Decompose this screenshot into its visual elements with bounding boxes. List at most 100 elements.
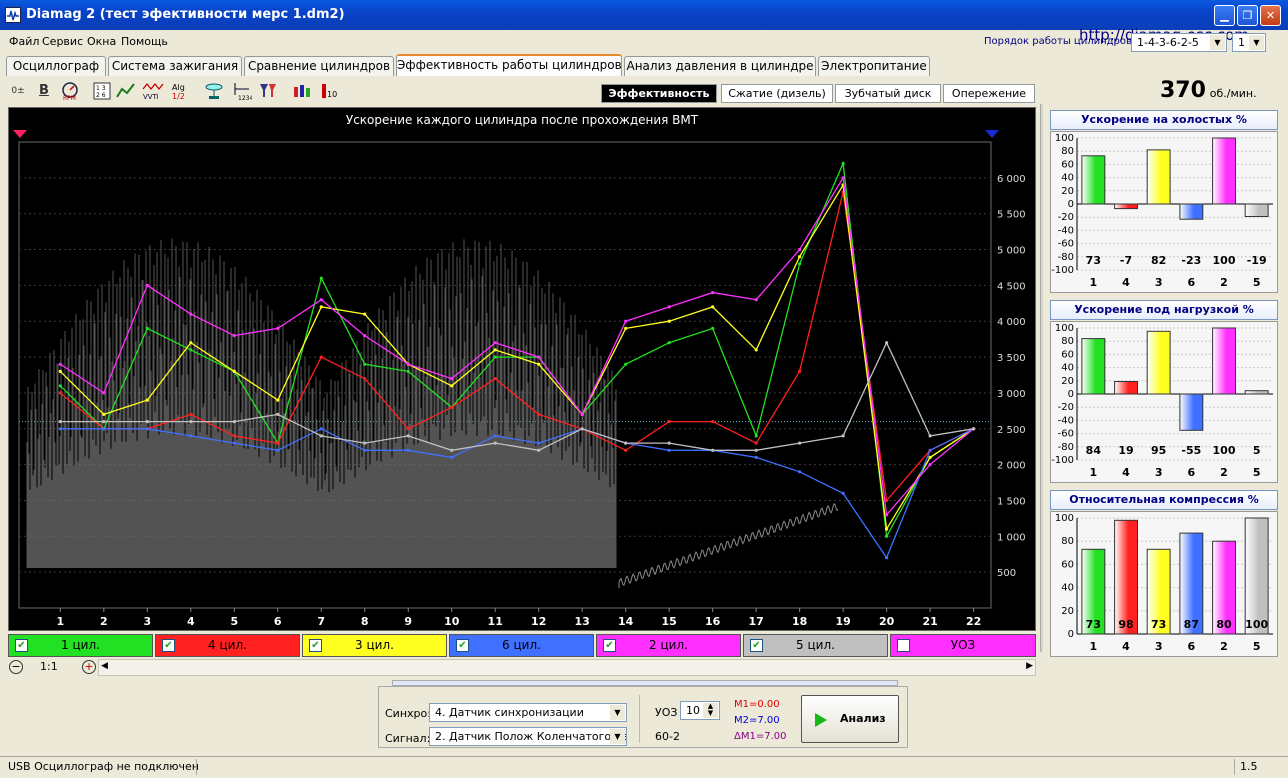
tab-cylinder-efficiency[interactable]: Эффективность работы цилиндров <box>396 54 622 76</box>
spin-icon[interactable]: ▲ ▼ <box>703 703 718 718</box>
rpm-gauge-icon[interactable]: RPM <box>60 81 80 102</box>
chart-title: Ускорение каждого цилиндра после прохожд… <box>346 113 699 127</box>
status-divider <box>196 759 197 775</box>
data-point <box>798 262 802 266</box>
data-point <box>450 384 454 388</box>
menu-windows[interactable]: Окна <box>87 35 116 48</box>
scroll-left-icon[interactable]: ◀ <box>101 661 108 671</box>
trend-icon[interactable] <box>116 81 136 101</box>
acceleration-chart[interactable]: Ускорение каждого цилиндра после прохожд… <box>8 107 1036 631</box>
checkbox-icon[interactable]: ✔ <box>456 639 469 652</box>
data-point <box>841 176 845 180</box>
data-point <box>189 412 193 416</box>
bar-cyl-4 <box>1114 381 1138 395</box>
cylinder-legend: ✔ 1 цил. ✔ 4 цил. ✔ 3 цил. ✔ 6 цил. ✔ 2 цил. … <box>8 634 1036 658</box>
legend-cyl-2[interactable]: ✔ 2 цил. <box>596 634 741 657</box>
data-point <box>537 355 541 359</box>
data-point <box>363 312 367 316</box>
maximize-button[interactable]: ❐ <box>1237 5 1258 26</box>
y-tick-label: 4 000 <box>997 317 1026 328</box>
checkbox-icon[interactable]: ✔ <box>750 639 763 652</box>
data-point <box>102 427 106 431</box>
alg-icon[interactable]: Alg 1/2 <box>170 81 190 101</box>
bar-value-label: -7 <box>1120 254 1132 267</box>
data-point <box>363 441 367 445</box>
data-point <box>537 412 541 416</box>
data-point <box>928 448 932 452</box>
menu-help[interactable]: Помощь <box>121 35 168 48</box>
subtab-efficiency[interactable]: Эффективность <box>601 84 717 103</box>
y-tick-label: 80 <box>1061 536 1074 547</box>
filter-icon[interactable] <box>258 81 278 101</box>
checkbox-icon[interactable]: ✔ <box>15 639 28 652</box>
bar-value-label: 100 <box>1213 254 1236 267</box>
horizontal-scrollbar[interactable]: ◀ ▶ <box>98 659 1036 676</box>
scroll-right-icon[interactable]: ▶ <box>1026 661 1033 671</box>
tab-power[interactable]: Электропитание <box>818 56 930 76</box>
y-tick-label: -60 <box>1058 239 1074 250</box>
right-splitter[interactable] <box>1040 104 1043 652</box>
legend-cyl-5[interactable]: ✔ 5 цил. <box>743 634 888 657</box>
tab-oscilloscope[interactable]: Осциллограф <box>6 56 106 76</box>
bar-value-label: 19 <box>1118 444 1133 457</box>
y-tick-label: 20 <box>1061 186 1074 197</box>
cylinders-icon[interactable] <box>292 81 312 101</box>
bold-icon[interactable]: B <box>34 81 54 101</box>
y-tick-label: -80 <box>1058 442 1074 453</box>
table-icon[interactable]: 1 32 6 <box>92 81 112 101</box>
legend-cyl-1[interactable]: ✔ 1 цил. <box>8 634 153 657</box>
signal-select[interactable]: 2. Датчик Полож Коленчатого Вал ▼ <box>429 727 627 746</box>
data-point <box>319 427 323 431</box>
vvti-icon[interactable]: VVTi <box>142 81 164 101</box>
data-point <box>276 326 280 330</box>
cursor-measure-icon[interactable]: 1234 <box>232 81 253 102</box>
network-icon[interactable] <box>204 81 224 101</box>
x-axis: 1 2 3 4 5 6 7 8 9 10 11 12 13 14 15 16 17 18 19 20 21 22 <box>56 608 981 628</box>
bar-cyl-3 <box>1146 149 1171 205</box>
steps-icon[interactable]: 0± <box>8 81 28 101</box>
minimize-button[interactable]: ▁ <box>1214 5 1235 26</box>
bar-value-label: 84 <box>1086 444 1102 457</box>
legend-cyl-3[interactable]: ✔ 3 цил. <box>302 634 447 657</box>
data-point <box>406 369 410 373</box>
subtab-diesel-compression[interactable]: Сжатие (дизель) <box>721 84 833 103</box>
legend-cyl-4[interactable]: ✔ 4 цил. <box>155 634 300 657</box>
checkbox-icon[interactable]: ✔ <box>309 639 322 652</box>
panel-title-load: Ускорение под нагрузкой % <box>1050 300 1278 320</box>
app-icon <box>5 7 21 23</box>
data-point <box>450 405 454 409</box>
menu-file[interactable]: Файл <box>9 35 39 48</box>
legend-cyl-6[interactable]: ✔ 6 цил. <box>449 634 594 657</box>
data-point <box>928 434 932 438</box>
tab-pressure-analysis[interactable]: Анализ давления в цилиндре <box>624 56 816 76</box>
subtab-advance[interactable]: Опережение <box>943 84 1035 103</box>
checkbox-icon[interactable]: ✔ <box>603 639 616 652</box>
bar-cyl-1 <box>1081 338 1106 395</box>
cylinder-select[interactable]: 1 ▼ <box>1232 33 1266 52</box>
checkbox-icon[interactable]: ✔ <box>162 639 175 652</box>
left-marker-icon[interactable] <box>13 130 27 138</box>
uoz-stepper[interactable]: 10 ▲ ▼ <box>680 701 720 720</box>
sync-select[interactable]: 4. Датчик синхронизации ▼ <box>429 703 627 722</box>
marker-icon[interactable]: 10 <box>318 81 338 101</box>
analyze-button[interactable]: Анализ <box>801 695 899 743</box>
data-point <box>145 420 149 424</box>
right-marker-icon[interactable] <box>985 130 999 138</box>
subtab-toothed-disc[interactable]: Зубчатый диск <box>835 84 941 103</box>
zoom-in-icon[interactable]: + <box>82 660 96 674</box>
y-tick-label: -100 <box>1051 455 1074 466</box>
tab-cylinder-compare[interactable]: Сравнение цилиндров <box>244 56 394 76</box>
y-tick-label: 100 <box>1055 323 1074 334</box>
legend-uoz[interactable]: УОЗ <box>890 634 1036 657</box>
zoom-out-icon[interactable]: − <box>9 660 23 674</box>
bar-value-label: 100 <box>1213 444 1236 457</box>
sync-panel: Синхро: 4. Датчик синхронизации ▼ Сигнал:… <box>378 686 908 748</box>
tab-ignition[interactable]: Система зажигания <box>108 56 242 76</box>
checkbox-icon[interactable] <box>897 639 910 652</box>
firing-order-select[interactable]: 1-4-3-6-2-5 ▼ <box>1131 33 1227 52</box>
data-point <box>493 377 497 381</box>
y-tick-label: 20 <box>1061 606 1074 617</box>
data-point <box>450 448 454 452</box>
menu-service[interactable]: Сервис <box>42 35 83 48</box>
close-button[interactable]: ✕ <box>1260 5 1281 26</box>
